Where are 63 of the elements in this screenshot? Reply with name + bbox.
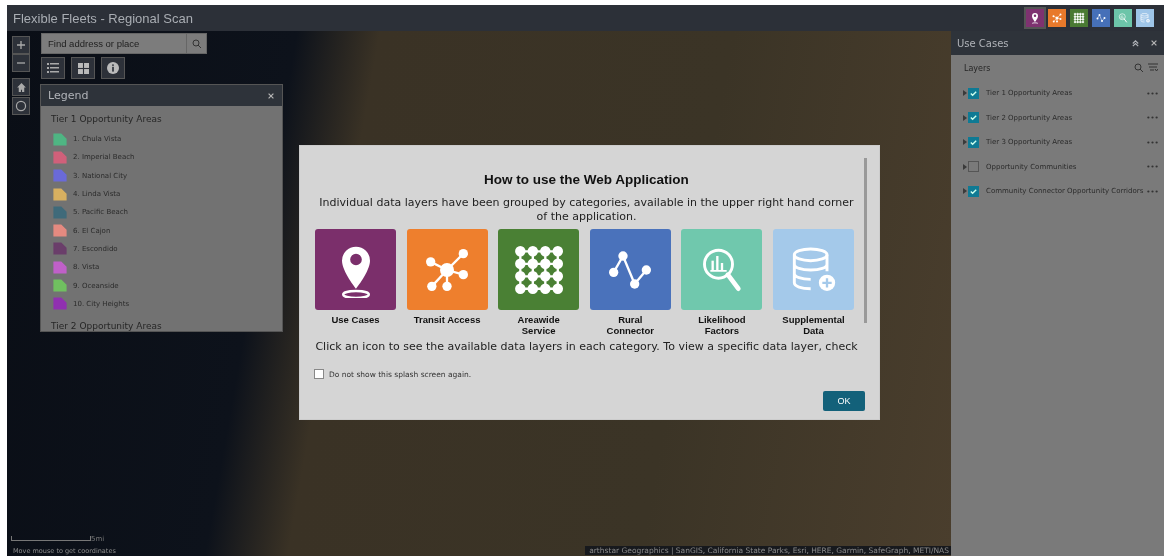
locate-button[interactable] xyxy=(12,97,30,115)
database-plus-icon xyxy=(1139,12,1151,24)
layer-checkbox[interactable] xyxy=(968,136,979,148)
more-button[interactable] xyxy=(1147,140,1158,144)
network-icon xyxy=(1051,12,1063,24)
plus-icon xyxy=(16,40,26,50)
close-button[interactable] xyxy=(267,91,275,100)
legend-group-title: Tier 1 Opportunity Areas xyxy=(51,114,163,124)
ellipsis-icon xyxy=(1147,116,1158,120)
home-button[interactable] xyxy=(12,78,30,96)
close-icon xyxy=(1150,39,1158,47)
checkmark-icon xyxy=(969,137,978,147)
search-button[interactable] xyxy=(1134,63,1144,73)
pin-icon xyxy=(1029,12,1041,24)
layers-heading: Layers xyxy=(964,63,991,73)
more-button[interactable] xyxy=(1147,91,1158,95)
panel-title: Use Cases xyxy=(957,37,1009,49)
dialog-title: How to use the Web Application xyxy=(483,172,690,187)
more-button[interactable] xyxy=(1147,116,1158,120)
info-button[interactable] xyxy=(101,57,125,79)
instruction-text: Click an icon to see the available data layers in each category. To view a specific data layer, check xyxy=(314,340,859,353)
layer-checkbox[interactable] xyxy=(968,185,979,197)
info-icon xyxy=(107,62,119,74)
layer-checkbox[interactable] xyxy=(968,112,979,124)
filter-button[interactable] xyxy=(1148,63,1158,73)
more-button[interactable] xyxy=(1147,165,1158,169)
category-button[interactable] xyxy=(1026,9,1044,27)
collapse-button[interactable] xyxy=(1131,38,1140,48)
zoom-out-button[interactable] xyxy=(12,54,30,72)
legend-title: Legend xyxy=(48,89,89,102)
ellipsis-icon xyxy=(1147,91,1158,95)
checkmark-icon xyxy=(969,186,978,196)
intro-text: Individual data layers have been grouped by categories, available in the upper right hand corner of the application. xyxy=(318,196,855,224)
app-title: Flexible Fleets - Regional Scan xyxy=(13,10,193,26)
double-chevron-icon xyxy=(1131,38,1140,48)
legend-button[interactable] xyxy=(41,57,65,79)
checkbox[interactable] xyxy=(314,369,324,379)
grid-icon xyxy=(1073,12,1085,24)
filter-lines-icon xyxy=(1148,63,1158,73)
category-button[interactable] xyxy=(1070,9,1088,27)
layer-checkbox[interactable] xyxy=(968,87,979,99)
grid-squares-icon xyxy=(77,62,89,74)
legend-group-title: Tier 2 Opportunity Areas xyxy=(51,320,163,331)
scrollbar-thumb[interactable] xyxy=(864,158,867,323)
home-icon xyxy=(15,81,27,93)
ellipsis-icon xyxy=(1147,165,1158,169)
category-button[interactable] xyxy=(1092,9,1110,27)
ok-button[interactable]: OK xyxy=(823,391,865,411)
close-icon xyxy=(267,91,275,100)
checkmark-icon xyxy=(969,113,978,123)
basemap-button[interactable] xyxy=(71,57,95,79)
ellipsis-icon xyxy=(1147,140,1158,144)
line-chart-icon xyxy=(1095,12,1107,24)
ellipsis-icon xyxy=(1147,189,1158,193)
checkmark-icon xyxy=(969,88,978,98)
list-icon xyxy=(47,63,59,73)
layer-checkbox[interactable] xyxy=(968,161,979,173)
magnifier-chart-icon xyxy=(1117,12,1129,24)
close-button[interactable] xyxy=(1150,39,1158,47)
search-icon xyxy=(1134,63,1144,73)
more-button[interactable] xyxy=(1147,189,1158,193)
circle-icon xyxy=(15,100,27,112)
zoom-in-button[interactable] xyxy=(12,36,30,54)
